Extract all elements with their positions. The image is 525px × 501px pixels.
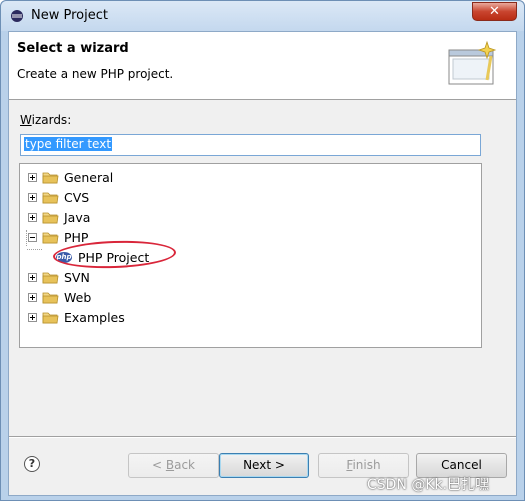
tree-item-web[interactable]: Web <box>28 288 91 306</box>
eclipse-icon <box>11 10 23 22</box>
folder-icon <box>42 191 59 204</box>
tree-connector-vertical <box>26 230 27 246</box>
expand-icon[interactable] <box>28 312 37 322</box>
tree-item-label: Web <box>64 289 92 305</box>
wizards-label: Wizards: <box>20 113 72 127</box>
tree-item-svn[interactable]: SVN <box>28 268 90 286</box>
tree-item-label: Java <box>64 209 91 225</box>
folder-icon <box>42 291 59 304</box>
next-button[interactable]: Next > <box>219 453 309 478</box>
header-title: Select a wizard <box>17 41 129 56</box>
filter-input[interactable]: type filter text <box>20 134 481 156</box>
folder-icon <box>42 311 59 324</box>
tree-item-examples[interactable]: Examples <box>28 308 125 326</box>
watermark: CSDN @Kk.巴扎嘿 <box>367 477 490 493</box>
filter-text: type filter text <box>24 137 113 151</box>
tree-item-label: General <box>64 169 114 185</box>
tree-item-label: CVS <box>64 189 90 205</box>
tree-item-php[interactable]: PHP <box>28 228 88 246</box>
separator <box>9 436 516 438</box>
header-description: Create a new PHP project. <box>17 67 174 81</box>
expand-icon[interactable] <box>28 192 37 202</box>
window-title: New Project <box>31 8 108 23</box>
tree-item-cvs[interactable]: CVS <box>28 188 89 206</box>
wizard-header: Select a wizard Create a new PHP project… <box>9 32 516 100</box>
title-bar[interactable]: New Project ✕ <box>1 1 524 31</box>
back-button[interactable]: < Back <box>128 453 219 478</box>
help-icon[interactable]: ? <box>24 456 40 472</box>
tree-item-label: Examples <box>64 309 125 325</box>
tree-item-label: SVN <box>64 269 90 285</box>
folder-icon <box>42 231 59 244</box>
collapse-icon[interactable] <box>28 232 37 242</box>
expand-icon[interactable] <box>28 292 37 302</box>
close-button[interactable]: ✕ <box>472 2 517 21</box>
tree-item-general[interactable]: General <box>28 168 113 186</box>
folder-icon <box>42 271 59 284</box>
tree-item-java[interactable]: Java <box>28 208 90 226</box>
tree-item-label: PHP <box>64 229 89 245</box>
folder-icon <box>42 171 59 184</box>
expand-icon[interactable] <box>28 172 37 182</box>
folder-icon <box>42 211 59 224</box>
wizard-banner-icon <box>448 40 497 85</box>
expand-icon[interactable] <box>28 212 37 222</box>
tree-connector-horizontal <box>27 249 42 250</box>
expand-icon[interactable] <box>28 272 37 282</box>
